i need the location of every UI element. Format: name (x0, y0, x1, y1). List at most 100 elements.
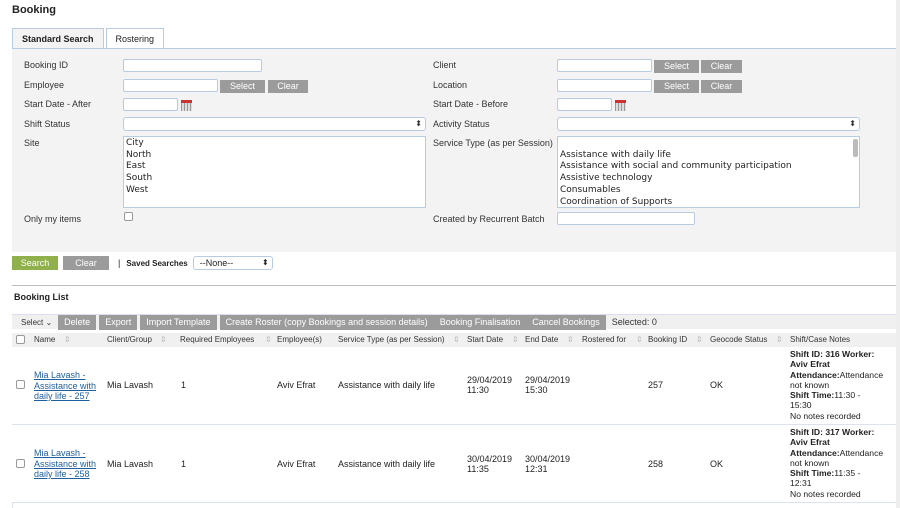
import-template-button[interactable]: Import Template (140, 314, 217, 330)
sort-icon[interactable]: ⇳ (512, 335, 519, 344)
search-button[interactable]: Search (12, 256, 58, 270)
site-option[interactable]: City (126, 138, 423, 150)
shift-status-label: Shift Status (24, 119, 71, 129)
col-client[interactable]: Client/Group (107, 335, 152, 344)
col-name[interactable]: Name (34, 335, 55, 344)
sort-icon[interactable]: ⇳ (265, 335, 272, 344)
end-cell: 29/04/2019 15:30 (525, 375, 571, 395)
saved-searches-value: --None-- (199, 258, 234, 268)
col-notes[interactable]: Shift/Case Notes (790, 335, 850, 344)
clear-button[interactable]: Clear (63, 256, 109, 270)
shift-status-select[interactable]: ⬍ (123, 117, 426, 131)
service-type-listbox[interactable]: Assistance with daily life Assistance wi… (557, 136, 860, 208)
row-checkbox[interactable] (16, 380, 25, 389)
select-all-checkbox[interactable] (16, 335, 25, 344)
start-after-label: Start Date - After (24, 99, 92, 109)
start-after-input[interactable] (123, 98, 178, 111)
sort-icon[interactable]: ⇳ (453, 335, 460, 344)
client-clear-button[interactable]: Clear (701, 60, 742, 73)
create-roster-button[interactable]: Create Roster (copy Bookings and session… (219, 314, 434, 330)
site-option[interactable]: South (126, 173, 423, 185)
location-label: Location (433, 80, 468, 90)
delete-button[interactable]: Delete (58, 314, 97, 330)
end-cell: 30/04/2019 12:31 (525, 454, 571, 474)
sort-icon[interactable]: ⇳ (160, 335, 167, 344)
start-before-input[interactable] (557, 98, 612, 111)
calendar-icon[interactable] (615, 100, 626, 111)
client-cell: Mia Lavash (107, 380, 154, 390)
service-option[interactable]: Consumables (560, 185, 857, 197)
employee-cell: Aviv Efrat (277, 459, 316, 469)
start-before-label: Start Date - Before (433, 99, 509, 109)
site-listbox[interactable]: City North East South West (123, 136, 426, 208)
separator: | (118, 258, 121, 268)
employee-cell: Aviv Efrat (277, 380, 316, 390)
service-option[interactable]: Assistance with social and community par… (560, 161, 857, 173)
sort-icon[interactable]: ⇳ (64, 335, 71, 344)
recurrent-batch-input[interactable] (557, 212, 695, 225)
chevron-down-icon: ⌄ (45, 317, 53, 327)
booking-id-label: Booking ID (24, 60, 69, 70)
col-start[interactable]: Start Date (467, 335, 503, 344)
saved-searches-select[interactable]: --None-- ⬍ (192, 256, 273, 270)
select-dropdown[interactable]: Select ⌄ (21, 318, 52, 327)
search-bar: Search Clear | Saved Searches --None-- ⬍ (12, 256, 273, 270)
only-mine-checkbox[interactable] (124, 212, 133, 221)
updown-arrow-icon: ⬍ (849, 119, 856, 128)
col-service[interactable]: Service Type (as per Session) (338, 335, 445, 344)
row-checkbox[interactable] (16, 459, 25, 468)
page-scrollbar[interactable] (896, 0, 900, 508)
booking-link[interactable]: Mia Lavash - Assistance with daily life - … (34, 370, 96, 402)
col-required[interactable]: Required Employees (180, 335, 254, 344)
service-cell: Assistance with daily life (338, 380, 436, 390)
col-employees[interactable]: Employee(s) (277, 335, 322, 344)
col-rostered[interactable]: Rostered for (582, 335, 626, 344)
employee-clear-button[interactable]: Clear (268, 80, 308, 93)
service-option[interactable]: Assistive technology (560, 173, 857, 185)
client-input[interactable] (557, 59, 652, 72)
tabs: Standard Search Rostering (12, 28, 166, 49)
service-option[interactable]: Coordination of Supports (560, 197, 857, 209)
col-geocode[interactable]: Geocode Status (710, 335, 767, 344)
tab-standard-search[interactable]: Standard Search (12, 28, 104, 49)
service-option[interactable] (560, 138, 857, 150)
export-button[interactable]: Export (99, 314, 138, 330)
geocode-cell: OK (710, 380, 724, 390)
table-row: Mia Lavash - Assistance with daily life - … (12, 347, 896, 425)
location-clear-button[interactable]: Clear (701, 80, 742, 93)
divider (12, 285, 896, 286)
location-input[interactable] (557, 79, 652, 92)
booking-finalisation-button[interactable]: Booking Finalisation (433, 314, 527, 330)
page-title: Booking (12, 4, 56, 16)
employee-select-button[interactable]: Select (220, 80, 265, 93)
activity-status-select[interactable]: ⬍ (557, 117, 860, 131)
sort-icon[interactable]: ⇳ (636, 335, 643, 344)
site-option[interactable]: North (126, 150, 423, 162)
service-option[interactable]: Assistance with daily life (560, 150, 857, 162)
updown-arrow-icon: ⬍ (262, 258, 269, 267)
sort-icon[interactable]: ⇳ (567, 335, 574, 344)
site-option[interactable]: West (126, 185, 423, 197)
service-cell: Assistance with daily life (338, 459, 436, 469)
col-booking-id[interactable]: Booking ID (648, 335, 687, 344)
booking-id-input[interactable] (123, 59, 262, 72)
booking-id-cell: 258 (648, 459, 664, 469)
location-select-button[interactable]: Select (654, 80, 699, 93)
sort-icon[interactable]: ⇳ (696, 335, 703, 344)
client-select-button[interactable]: Select (654, 60, 699, 73)
site-option[interactable]: East (126, 161, 423, 173)
booking-list-title: Booking List (14, 292, 69, 302)
employee-input[interactable] (123, 79, 218, 92)
booking-link[interactable]: Mia Lavash - Assistance with daily life - … (34, 448, 96, 480)
sort-icon[interactable]: ⇳ (776, 335, 783, 344)
booking-id-cell: 257 (648, 380, 664, 390)
col-end[interactable]: End Date (525, 335, 558, 344)
employee-label: Employee (24, 80, 65, 90)
tab-rostering[interactable]: Rostering (105, 28, 165, 49)
required-cell: 1 (181, 380, 187, 390)
listbox-scrollbar[interactable] (853, 139, 858, 157)
table-row: Mia Lavash - Assistance with daily life - … (12, 425, 896, 503)
cancel-bookings-button[interactable]: Cancel Bookings (526, 314, 606, 330)
calendar-icon[interactable] (181, 100, 192, 111)
activity-status-label: Activity Status (433, 119, 490, 129)
